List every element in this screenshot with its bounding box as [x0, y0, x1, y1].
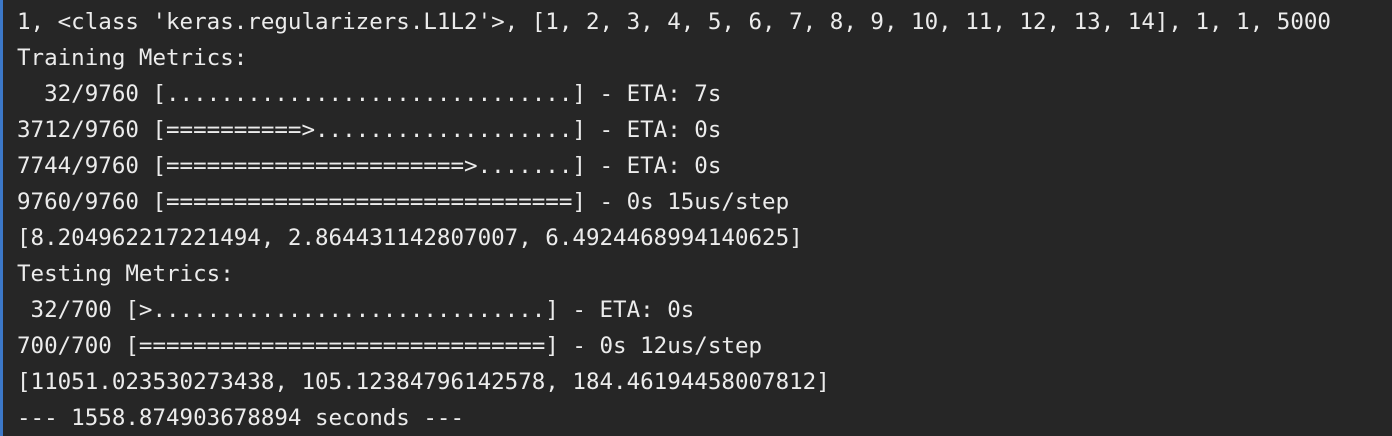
terminal-output: 1, <class 'keras.regularizers.L1L2'>, [1… — [0, 0, 1392, 436]
training-progress-line: 9760/9760 [=============================… — [17, 189, 790, 215]
testing-metrics-heading: Testing Metrics: — [17, 261, 234, 287]
testing-metrics-values: [11051.023530273438, 105.12384796142578,… — [17, 369, 830, 395]
training-progress-line: 32/9760 [..............................]… — [17, 81, 722, 107]
elapsed-time-line: --- 1558.874903678894 seconds --- — [17, 405, 465, 431]
training-progress-line: 3712/9760 [==========>..................… — [17, 117, 722, 143]
run-config-line: 1, <class 'keras.regularizers.L1L2'>, [1… — [17, 9, 1331, 35]
testing-progress-line: 32/700 [>.............................] … — [17, 297, 695, 323]
training-progress-line: 7744/9760 [======================>......… — [17, 153, 722, 179]
training-metrics-heading: Training Metrics: — [17, 45, 248, 71]
testing-progress-line: 700/700 [==============================]… — [17, 333, 763, 359]
training-metrics-values: [8.204962217221494, 2.864431142807007, 6… — [17, 225, 803, 251]
